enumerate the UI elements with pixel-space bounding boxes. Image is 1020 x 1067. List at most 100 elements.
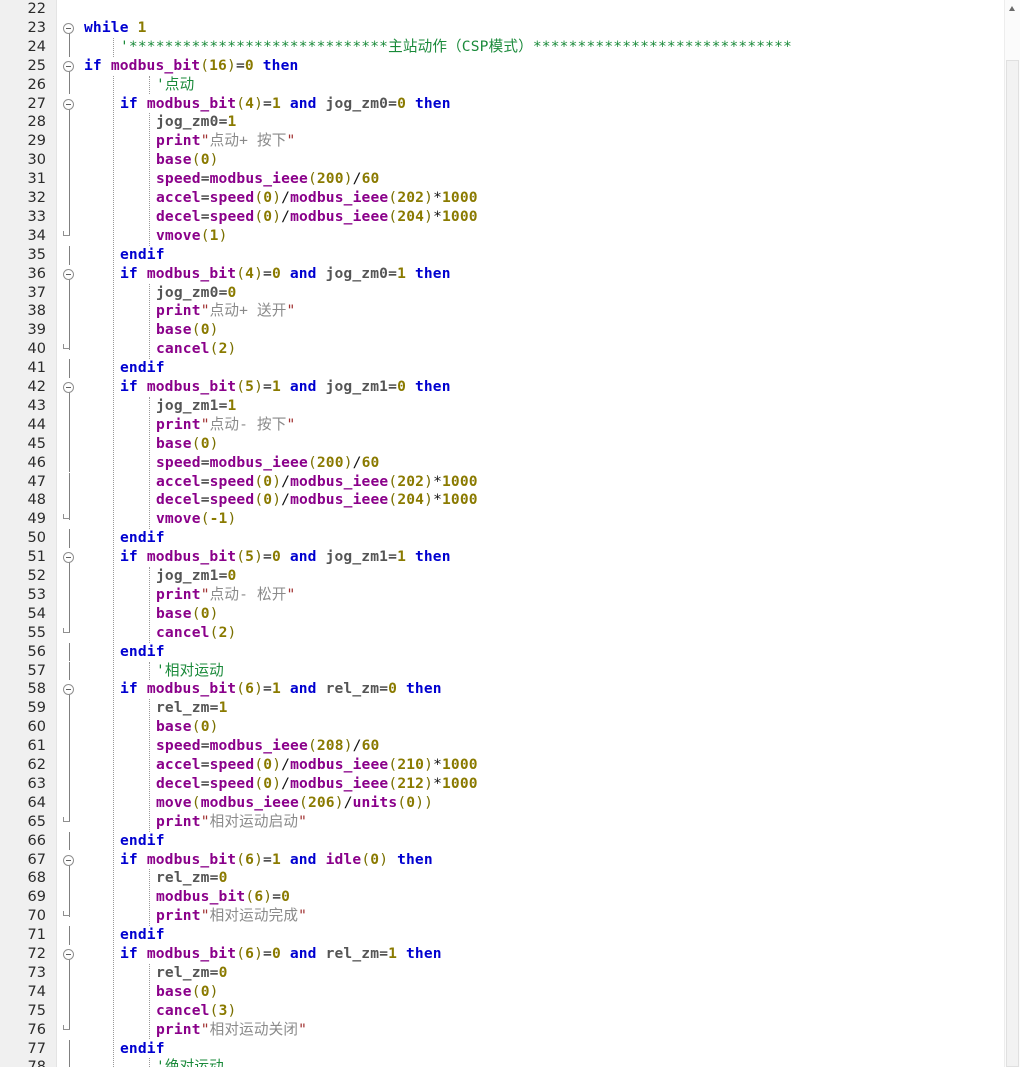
code-text[interactable]: base(0): [156, 321, 219, 340]
code-text[interactable]: '相对运动: [156, 662, 224, 681]
code-text[interactable]: base(0): [156, 151, 219, 170]
code-text[interactable]: endif: [120, 359, 165, 378]
fold-collapse-icon[interactable]: [63, 61, 74, 72]
vertical-scrollbar-thumb[interactable]: [1006, 60, 1019, 1067]
code-line[interactable]: 23while 1: [0, 19, 1004, 38]
code-line[interactable]: 56endif: [0, 643, 1004, 662]
code-line[interactable]: 41endif: [0, 359, 1004, 378]
code-text[interactable]: print"点动- 松开": [156, 586, 295, 605]
code-text[interactable]: print"相对运动关闭": [156, 1021, 307, 1040]
fold-collapse-icon[interactable]: [63, 99, 74, 110]
code-text[interactable]: if modbus_bit(6)=0 and rel_zm=1 then: [120, 945, 442, 964]
code-line[interactable]: 72if modbus_bit(6)=0 and rel_zm=1 then: [0, 945, 1004, 964]
code-text[interactable]: decel=speed(0)/modbus_ieee(212)*1000: [156, 775, 478, 794]
line-number: 46: [0, 454, 46, 473]
code-text[interactable]: endif: [120, 926, 165, 945]
fold-collapse-icon[interactable]: [63, 855, 74, 866]
code-text[interactable]: cancel(2): [156, 340, 236, 359]
code-line[interactable]: 35endif: [0, 246, 1004, 265]
line-number: 34: [0, 227, 46, 246]
code-line[interactable]: 50endif: [0, 529, 1004, 548]
code-line[interactable]: 51if modbus_bit(5)=0 and jog_zm1=1 then: [0, 548, 1004, 567]
code-editor[interactable]: 2223while 124'**************************…: [0, 0, 1020, 1067]
fold-collapse-icon[interactable]: [63, 949, 74, 960]
code-text[interactable]: jog_zm0=1: [156, 113, 236, 132]
code-text[interactable]: '点动: [156, 76, 194, 95]
code-text[interactable]: endif: [120, 529, 165, 548]
code-text[interactable]: base(0): [156, 983, 219, 1002]
code-text[interactable]: '*****************************主站动作（CSP模式…: [120, 38, 792, 57]
code-text[interactable]: print"点动+ 按下": [156, 132, 295, 151]
code-text[interactable]: accel=speed(0)/modbus_ieee(210)*1000: [156, 756, 478, 775]
vertical-scrollbar[interactable]: [1004, 0, 1020, 1067]
code-line[interactable]: 77endif: [0, 1040, 1004, 1059]
code-line[interactable]: 25if modbus_bit(16)=0 then: [0, 57, 1004, 76]
code-text[interactable]: if modbus_bit(5)=0 and jog_zm1=1 then: [120, 548, 451, 567]
code-text[interactable]: '绝对运动: [156, 1058, 224, 1067]
code-text[interactable]: jog_zm0=0: [156, 284, 236, 303]
code-text[interactable]: if modbus_bit(6)=1 and idle(0) then: [120, 851, 433, 870]
code-text[interactable]: speed=modbus_ieee(200)/60: [156, 454, 379, 473]
fold-connector: [69, 435, 70, 454]
code-line[interactable]: 66endif: [0, 832, 1004, 851]
fold-collapse-icon[interactable]: [63, 269, 74, 280]
code-text[interactable]: if modbus_bit(4)=1 and jog_zm0=0 then: [120, 95, 451, 114]
token-num: 6: [254, 888, 263, 905]
code-text[interactable]: accel=speed(0)/modbus_ieee(202)*1000: [156, 473, 478, 492]
code-line[interactable]: 42if modbus_bit(5)=1 and jog_zm1=0 then: [0, 378, 1004, 397]
token-kw: and: [290, 265, 317, 282]
code-text[interactable]: base(0): [156, 435, 219, 454]
code-text[interactable]: endif: [120, 832, 165, 851]
code-text[interactable]: jog_zm1=1: [156, 397, 236, 416]
code-text[interactable]: if modbus_bit(6)=1 and rel_zm=0 then: [120, 680, 442, 699]
code-text[interactable]: base(0): [156, 718, 219, 737]
code-text[interactable]: cancel(3): [156, 1002, 236, 1021]
code-text[interactable]: decel=speed(0)/modbus_ieee(204)*1000: [156, 491, 478, 510]
code-text[interactable]: speed=modbus_ieee(200)/60: [156, 170, 379, 189]
token-par: (: [388, 208, 397, 225]
code-text[interactable]: vmove(-1): [156, 510, 236, 529]
code-text[interactable]: print"相对运动完成": [156, 907, 307, 926]
code-line[interactable]: 71endif: [0, 926, 1004, 945]
token-par: (: [236, 95, 245, 112]
code-line[interactable]: 24'*****************************主站动作（CSP…: [0, 38, 1004, 57]
code-text[interactable]: print"点动- 按下": [156, 416, 295, 435]
code-line[interactable]: 58if modbus_bit(6)=1 and rel_zm=0 then: [0, 680, 1004, 699]
fold-connector: [69, 567, 70, 586]
code-text[interactable]: speed=modbus_ieee(208)/60: [156, 737, 379, 756]
code-text[interactable]: if modbus_bit(5)=1 and jog_zm1=0 then: [120, 378, 451, 397]
token-fn: modbus_bit: [147, 680, 236, 697]
fold-collapse-icon[interactable]: [63, 382, 74, 393]
code-text[interactable]: print"相对运动启动": [156, 813, 307, 832]
code-line[interactable]: 36if modbus_bit(4)=0 and jog_zm0=1 then: [0, 265, 1004, 284]
scroll-up-arrow-icon[interactable]: [1005, 0, 1020, 17]
code-text[interactable]: rel_zm=0: [156, 964, 228, 983]
fold-collapse-icon[interactable]: [63, 23, 74, 34]
token-fn: base: [156, 435, 192, 452]
code-text[interactable]: if modbus_bit(4)=0 and jog_zm0=1 then: [120, 265, 451, 284]
code-text[interactable]: rel_zm=1: [156, 699, 228, 718]
code-text[interactable]: jog_zm1=0: [156, 567, 236, 586]
code-line[interactable]: 27if modbus_bit(4)=1 and jog_zm0=0 then: [0, 95, 1004, 114]
token-op: =: [272, 888, 281, 905]
token-num: 0: [281, 888, 290, 905]
code-text[interactable]: endif: [120, 246, 165, 265]
code-text[interactable]: accel=speed(0)/modbus_ieee(202)*1000: [156, 189, 478, 208]
code-text[interactable]: print"点动+ 送开": [156, 302, 295, 321]
code-text[interactable]: endif: [120, 643, 165, 662]
code-line[interactable]: 67if modbus_bit(6)=1 and idle(0) then: [0, 851, 1004, 870]
fold-connector: [69, 454, 70, 473]
code-text[interactable]: rel_zm=0: [156, 869, 228, 888]
code-text[interactable]: modbus_bit(6)=0: [156, 888, 290, 907]
token-fn: speed: [210, 756, 255, 773]
code-text[interactable]: base(0): [156, 605, 219, 624]
code-text[interactable]: endif: [120, 1040, 165, 1059]
code-text[interactable]: vmove(1): [156, 227, 228, 246]
code-text[interactable]: decel=speed(0)/modbus_ieee(204)*1000: [156, 208, 478, 227]
code-text[interactable]: while 1: [84, 19, 147, 38]
code-text[interactable]: move(modbus_ieee(206)/units(0)): [156, 794, 433, 813]
code-text[interactable]: cancel(2): [156, 624, 236, 643]
token-fn: modbus_bit: [111, 57, 200, 74]
code-line[interactable]: 22: [0, 0, 1004, 19]
code-text[interactable]: if modbus_bit(16)=0 then: [84, 57, 299, 76]
